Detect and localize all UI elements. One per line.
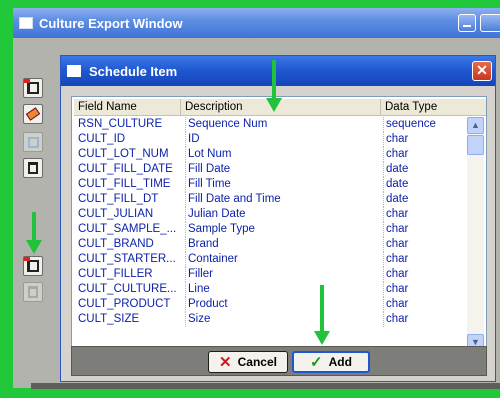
table-row[interactable]: CULT_ID ID char xyxy=(74,132,466,147)
delete-icon xyxy=(28,162,38,174)
data-type-cell: char xyxy=(383,297,453,312)
data-type-cell: char xyxy=(383,252,453,267)
table-row[interactable]: CULT_PRODUCT Product char xyxy=(74,297,466,312)
description-cell: Filler xyxy=(185,267,375,282)
data-type-cell: char xyxy=(383,132,453,147)
field-name-cell: RSN_CULTURE xyxy=(78,118,163,130)
edit-item-button[interactable] xyxy=(23,104,43,124)
annotation-arrow-icon xyxy=(314,285,330,345)
add-item-button[interactable] xyxy=(23,78,43,98)
data-type-cell: date xyxy=(383,177,453,192)
vertical-scroll-thumb[interactable] xyxy=(467,135,484,155)
table-row[interactable]: CULT_BRAND Brand char xyxy=(74,237,466,252)
table-row[interactable]: CULT_SIZE Size char xyxy=(74,312,466,327)
dialog-button-bar: ✕ Cancel ✓ Add xyxy=(71,346,487,376)
field-name-cell: CULT_FILL_DT xyxy=(78,193,159,205)
scroll-up-button[interactable]: ▲ xyxy=(467,117,484,134)
field-name-cell: CULT_LOT_NUM xyxy=(78,148,169,160)
edit-icon xyxy=(25,107,41,121)
copy-icon xyxy=(27,136,39,148)
description-cell: Lot Num xyxy=(185,147,375,162)
field-name-cell: CULT_SAMPLE_... xyxy=(78,223,177,235)
description-cell: Julian Date xyxy=(185,207,375,222)
copy-item-button[interactable] xyxy=(23,132,43,152)
data-type-cell: date xyxy=(383,162,453,177)
outer-title-bar: Culture Export Window xyxy=(13,8,500,38)
table-row[interactable]: CULT_CULTURE... Line char xyxy=(74,282,466,297)
data-type-cell: char xyxy=(383,147,453,162)
table-row[interactable]: CULT_SAMPLE_... Sample Type char xyxy=(74,222,466,237)
table-row[interactable]: RSN_CULTURE Sequence Num sequence xyxy=(74,117,466,132)
cancel-button-label: Cancel xyxy=(237,355,277,369)
field-name-cell: CULT_JULIAN xyxy=(78,208,154,220)
data-type-cell: char xyxy=(383,222,453,237)
add-item-icon xyxy=(24,79,39,94)
add-button-label: Add xyxy=(328,355,352,369)
field-name-cell: CULT_FILL_TIME xyxy=(78,178,171,190)
field-list[interactable]: Field Name Description Data Type RSN_CUL… xyxy=(71,96,487,373)
field-name-cell: CULT_STARTER... xyxy=(78,253,176,265)
description-cell: Sequence Num xyxy=(185,117,375,132)
field-name-cell: CULT_FILLER xyxy=(78,268,153,280)
description-cell: Container xyxy=(185,252,375,267)
data-type-cell: char xyxy=(383,237,453,252)
table-row[interactable]: CULT_FILL_DATE Fill Date date xyxy=(74,162,466,177)
delete-icon xyxy=(28,286,38,298)
dialog-icon xyxy=(67,65,81,77)
field-name-cell: CULT_SIZE xyxy=(78,313,140,325)
data-type-cell: char xyxy=(383,267,453,282)
list-rows: RSN_CULTURE Sequence Num sequence CULT_ID ID… xyxy=(74,117,466,351)
description-cell: ID xyxy=(185,132,375,147)
table-row[interactable]: CULT_LOT_NUM Lot Num char xyxy=(74,147,466,162)
annotation-arrow-icon xyxy=(26,212,42,256)
checkmark-icon: ✓ xyxy=(310,354,323,371)
delete-schedule-item-button[interactable] xyxy=(23,282,43,302)
description-cell: Size xyxy=(185,312,375,327)
table-row[interactable]: CULT_FILL_TIME Fill Time date xyxy=(74,177,466,192)
cancel-button[interactable]: ✕ Cancel xyxy=(208,351,288,373)
outer-window-title: Culture Export Window xyxy=(39,15,183,31)
description-cell: Line xyxy=(185,282,375,297)
description-cell: Product xyxy=(185,297,375,312)
data-type-cell: char xyxy=(383,207,453,222)
description-cell: Fill Date xyxy=(185,162,375,177)
column-header-data-type[interactable]: Data Type xyxy=(381,99,486,116)
field-name-cell: CULT_ID xyxy=(78,133,126,145)
annotation-arrow-icon xyxy=(266,60,282,112)
field-name-cell: CULT_PRODUCT xyxy=(78,298,171,310)
column-header-field-name[interactable]: Field Name xyxy=(74,99,181,116)
description-cell: Brand xyxy=(185,237,375,252)
table-row[interactable]: CULT_JULIAN Julian Date char xyxy=(74,207,466,222)
description-cell: Fill Time xyxy=(185,177,375,192)
window-icon xyxy=(19,17,33,29)
add-button[interactable]: ✓ Add xyxy=(292,351,370,373)
description-cell: Sample Type xyxy=(185,222,375,237)
cancel-icon: ✕ xyxy=(219,354,232,371)
table-row[interactable]: CULT_FILLER Filler char xyxy=(74,267,466,282)
close-button[interactable]: ✕ xyxy=(472,61,492,81)
add-item-icon xyxy=(24,257,39,272)
outer-status-strip xyxy=(31,383,500,389)
data-type-cell: date xyxy=(383,192,453,207)
data-type-cell: char xyxy=(383,312,453,327)
field-name-cell: CULT_FILL_DATE xyxy=(78,163,173,175)
data-type-cell: sequence xyxy=(383,117,453,132)
vertical-scrollbar[interactable]: ▲ ▼ xyxy=(467,117,484,351)
field-name-cell: CULT_BRAND xyxy=(78,238,154,250)
field-name-cell: CULT_CULTURE... xyxy=(78,283,177,295)
dialog-title: Schedule Item xyxy=(89,63,178,79)
delete-item-button[interactable] xyxy=(23,158,43,178)
minimize-button[interactable] xyxy=(458,14,476,32)
table-row[interactable]: CULT_FILL_DT Fill Date and Time date xyxy=(74,192,466,207)
data-type-cell: char xyxy=(383,282,453,297)
maximize-button[interactable] xyxy=(480,14,500,32)
description-cell: Fill Date and Time xyxy=(185,192,375,207)
table-row[interactable]: CULT_STARTER... Container char xyxy=(74,252,466,267)
add-schedule-item-button[interactable] xyxy=(23,256,43,276)
